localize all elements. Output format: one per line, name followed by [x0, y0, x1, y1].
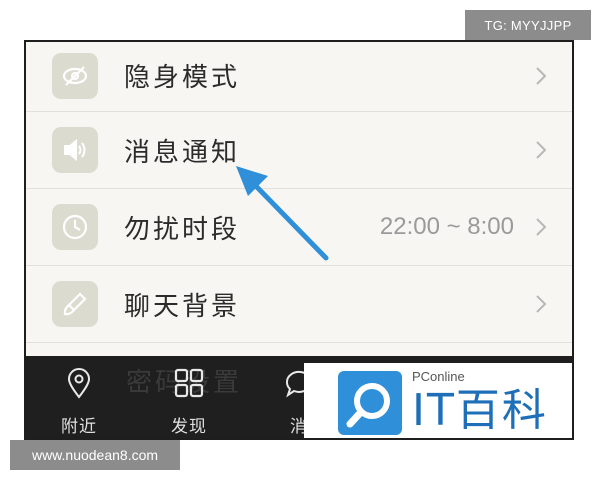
settings-row-invisible-mode[interactable]: 隐身模式 — [26, 42, 572, 112]
it-baike-brand-text: IT百科 — [412, 385, 548, 436]
chevron-right-icon — [536, 218, 547, 236]
pconline-small-text: PConline — [412, 369, 465, 384]
magnifier-logo-icon — [338, 371, 402, 435]
brush-icon — [52, 281, 98, 327]
settings-row-chat-background[interactable]: 聊天背景 — [26, 266, 572, 343]
eye-slash-icon — [52, 52, 98, 99]
chevron-right-icon — [536, 295, 547, 313]
tab-label: 附近 — [61, 417, 97, 437]
chevron-right-icon — [536, 66, 547, 85]
settings-list: 隐身模式 消息通知 勿扰时段 22:00 ~ 8:00 聊天背景 — [26, 42, 572, 343]
speaker-icon — [52, 127, 98, 173]
clock-icon — [52, 204, 98, 250]
phone-screen: 隐身模式 消息通知 勿扰时段 22:00 ~ 8:00 聊天背景 密码设置 附近… — [24, 40, 574, 440]
chevron-right-icon — [536, 141, 547, 159]
location-pin-icon — [67, 368, 91, 399]
pconline-logo-overlay: PConline IT百科 — [304, 363, 572, 438]
settings-row-do-not-disturb[interactable]: 勿扰时段 22:00 ~ 8:00 — [26, 189, 572, 266]
settings-label: 隐身模式 — [124, 63, 241, 93]
site-watermark: www.nuodean8.com — [10, 440, 180, 470]
grid-icon — [174, 368, 204, 398]
tab-nearby[interactable]: 附近 — [34, 356, 124, 438]
settings-label: 勿扰时段 — [124, 214, 241, 245]
settings-label: 聊天背景 — [124, 291, 241, 322]
tab-label: 发现 — [171, 417, 207, 437]
do-not-disturb-time: 22:00 ~ 8:00 — [379, 213, 514, 240]
settings-row-notifications[interactable]: 消息通知 — [26, 112, 572, 189]
settings-label: 消息通知 — [124, 137, 241, 168]
tg-watermark: TG: MYYJJPP — [465, 10, 591, 40]
tab-discover[interactable]: 发现 — [144, 356, 234, 438]
